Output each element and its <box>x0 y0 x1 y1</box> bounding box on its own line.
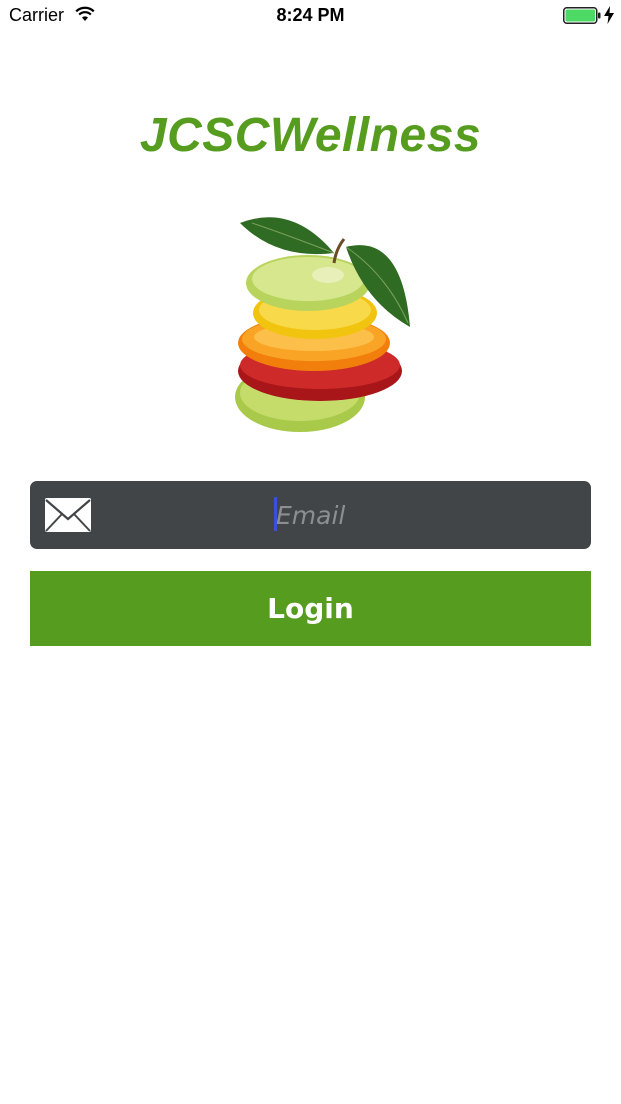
login-button[interactable]: Login <box>30 571 591 646</box>
envelope-icon <box>45 498 91 532</box>
battery-icon <box>563 7 601 24</box>
status-time: 8:24 PM <box>276 5 345 25</box>
login-screen: Carrier 8:24 PM JCSCWellness Email Login <box>0 0 621 1104</box>
fruit-stack-logo <box>235 217 410 432</box>
charging-bolt-icon <box>604 6 614 24</box>
app-title: JCSCWellness <box>139 109 482 162</box>
email-field[interactable] <box>30 481 591 549</box>
text-cursor <box>274 497 277 531</box>
email-input[interactable] <box>276 495 566 535</box>
status-bar: Carrier 8:24 PM <box>0 0 621 32</box>
